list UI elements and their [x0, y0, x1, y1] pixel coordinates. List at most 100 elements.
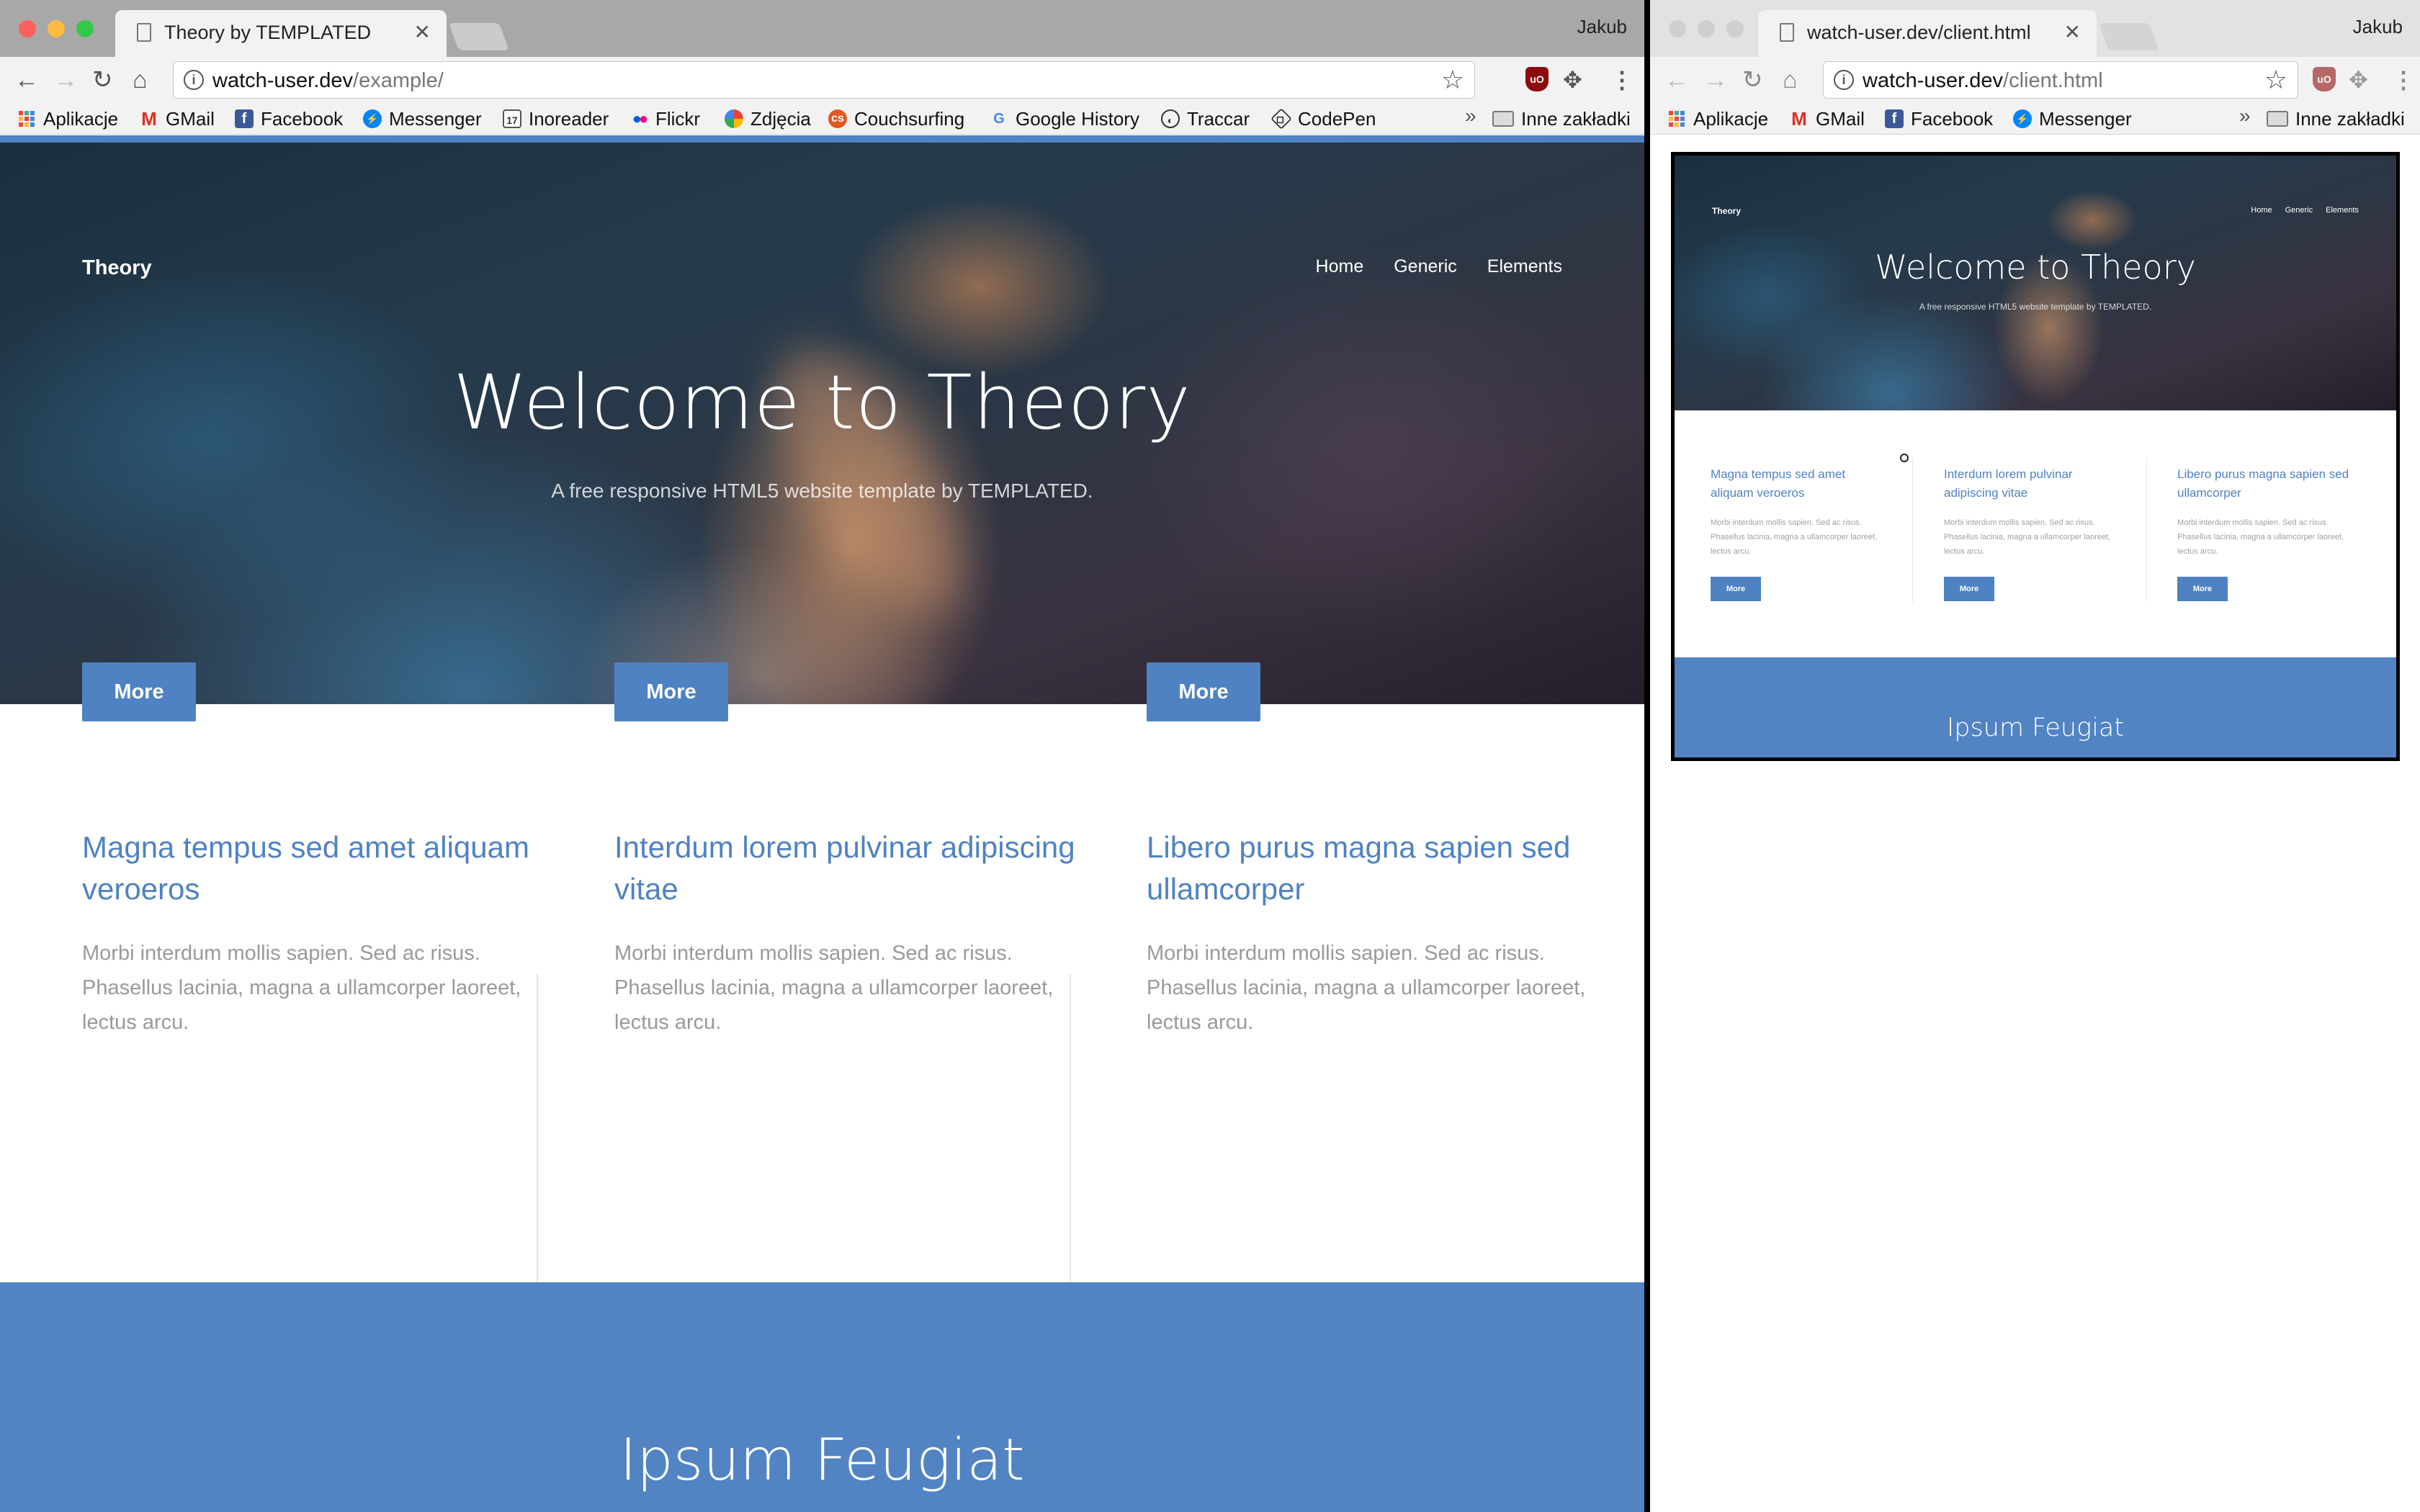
tab-active[interactable]: Theory by TEMPLATED ✕ [115, 10, 447, 57]
more-button[interactable]: More [2177, 577, 2228, 601]
feature-card: Magna tempus sed amet aliquam veroeros M… [1711, 465, 1883, 559]
info-icon[interactable]: i [184, 70, 204, 90]
feature-text: Morbi interdum mollis sapien. Sed ac ris… [1944, 518, 2111, 556]
couchsurfing-icon: cs [828, 109, 847, 128]
feature-title: Libero purus magna sapien sed ullamcorpe… [2177, 467, 2349, 500]
more-button[interactable]: More [1944, 577, 1994, 601]
hero-subtitle: A free responsive HTML5 website template… [1919, 302, 2152, 312]
mirrored-page-preview: Theory Home Generic Elements Welcome to … [1671, 152, 2400, 761]
back-icon[interactable]: ← [1664, 66, 1689, 94]
home-icon[interactable]: ⌂ [1783, 66, 1798, 94]
minimize-window-button[interactable] [48, 20, 65, 37]
back-icon[interactable]: ← [14, 66, 39, 94]
url-text[interactable]: watch-user.dev/example/ [212, 69, 444, 93]
forward-icon[interactable]: → [1703, 66, 1728, 94]
hero-banner: Theory Home Generic Elements Welcome to … [0, 143, 1644, 704]
tab-strip: watch-user.dev/client.html ✕ Jakub [1650, 0, 2420, 57]
url-text[interactable]: watch-user.dev/client.html [1863, 69, 2103, 93]
page-viewport: Theory Home Generic Elements Welcome to … [1650, 135, 2420, 1512]
maximize-window-button[interactable] [76, 20, 94, 37]
menu-icon[interactable]: ⋮ [1610, 67, 1634, 93]
forward-icon[interactable]: → [53, 66, 78, 94]
bookmark-star-icon[interactable]: ☆ [2264, 65, 2287, 95]
gmail-icon: M [1791, 108, 1807, 130]
bookmark-gmail[interactable]: M GMail [140, 106, 215, 132]
column-divider [1070, 974, 1071, 1291]
google-icon: G [993, 111, 1005, 127]
window-controls [19, 20, 94, 37]
tab-title: watch-user.dev/client.html [1807, 22, 2031, 43]
hero-banner: Theory Home Generic Elements Welcome to … [1675, 156, 2396, 410]
new-tab-button[interactable] [449, 23, 509, 50]
more-button[interactable]: More [1711, 577, 1761, 601]
nav-generic[interactable]: Generic [1394, 256, 1457, 277]
inoreader-icon: 17 [503, 109, 521, 128]
bookmark-inoreader[interactable]: 17 Inoreader [503, 106, 609, 132]
apps-icon [17, 109, 36, 128]
bookmark-traccar[interactable]: ◐ Traccar [1161, 106, 1250, 132]
bookmark-couchsurfing[interactable]: cs Couchsurfing [828, 106, 964, 132]
more-bookmarks-icon[interactable]: » [1465, 104, 1476, 127]
bookmark-messenger[interactable]: ⚡ Messenger [2013, 106, 2132, 132]
tab-active[interactable]: watch-user.dev/client.html ✕ [1758, 10, 2097, 57]
nav-home[interactable]: Home [2251, 206, 2272, 215]
close-tab-icon[interactable]: ✕ [414, 20, 431, 44]
messenger-icon: ⚡ [2013, 109, 2032, 128]
move-extension-icon[interactable]: ✥ [1563, 67, 1582, 93]
ublock-icon[interactable]: uO [1525, 67, 1549, 91]
feature-text: Morbi interdum mollis sapien. Sed ac ris… [614, 942, 1054, 1034]
site-logo[interactable]: Theory [82, 256, 152, 280]
more-button[interactable]: More [1147, 662, 1260, 721]
bookmark-flickr[interactable]: ●● Flickr [629, 106, 700, 132]
profile-name[interactable]: Jakub [1577, 16, 1627, 38]
more-button[interactable]: More [82, 662, 196, 721]
feature-title: Magna tempus sed amet aliquam veroeros [1711, 467, 1846, 500]
bookmark-codepen[interactable]: ◇ CodePen [1270, 106, 1376, 132]
close-window-button[interactable] [19, 20, 36, 37]
facebook-icon: f [235, 109, 254, 128]
more-bookmarks-icon[interactable]: » [2239, 104, 2251, 127]
bookmark-apps[interactable]: Aplikacje [1667, 106, 1768, 132]
more-button[interactable]: More [614, 662, 728, 721]
feature-title: Libero purus magna sapien sed ullamcorpe… [1147, 830, 1571, 906]
nav-elements[interactable]: Elements [2326, 206, 2359, 215]
hero-subtitle: A free responsive HTML5 website template… [551, 480, 1093, 502]
new-tab-button[interactable] [2099, 23, 2159, 50]
home-icon[interactable]: ⌂ [133, 66, 148, 94]
other-bookmarks-folder[interactable]: Inne zakładki [1492, 106, 1631, 132]
bookmark-photos[interactable]: Zdjęcia [725, 106, 811, 132]
info-icon[interactable]: i [1834, 70, 1854, 90]
column-divider [1912, 458, 1913, 602]
maximize-window-button[interactable] [1726, 20, 1744, 37]
address-bar[interactable]: i watch-user.dev/client.html ☆ [1823, 61, 2298, 99]
facebook-icon: f [1885, 109, 1904, 128]
bookmark-apps[interactable]: Aplikacje [17, 106, 118, 132]
move-extension-icon[interactable]: ✥ [2349, 67, 2368, 93]
bookmark-messenger[interactable]: ⚡ Messenger [363, 106, 482, 132]
feature-title: Interdum lorem pulvinar adipiscing vitae [614, 830, 1075, 906]
close-tab-icon[interactable]: ✕ [2064, 20, 2081, 44]
band-title: Ipsum Feugiat [619, 1426, 1025, 1493]
menu-icon[interactable]: ⋮ [2392, 67, 2415, 93]
reload-icon[interactable]: ↻ [92, 66, 113, 94]
bookmark-facebook[interactable]: f Facebook [235, 106, 343, 132]
address-bar[interactable]: i watch-user.dev/example/ ☆ [173, 61, 1475, 99]
minimize-window-button[interactable] [1698, 20, 1715, 37]
site-logo[interactable]: Theory [1712, 206, 1741, 216]
bookmarks-bar: Aplikacje M GMail f Facebook ⚡ Messenger » … [1650, 103, 2420, 135]
reload-icon[interactable]: ↻ [1742, 66, 1763, 94]
features-section: Magna tempus sed amet aliquam veroeros M… [0, 704, 1644, 1291]
ublock-icon[interactable]: uO [2313, 67, 2336, 91]
feature-card: Interdum lorem pulvinar adipiscing vitae… [1944, 465, 2117, 559]
feature-text: Morbi interdum mollis sapien. Sed ac ris… [2177, 518, 2344, 556]
bookmark-gmail[interactable]: M GMail [1790, 106, 1865, 132]
bookmark-facebook[interactable]: f Facebook [1885, 106, 1993, 132]
profile-name[interactable]: Jakub [2353, 16, 2403, 38]
nav-generic[interactable]: Generic [2285, 206, 2313, 215]
close-window-button[interactable] [1669, 20, 1686, 37]
nav-home[interactable]: Home [1316, 256, 1364, 277]
bookmark-google-history[interactable]: G Google History [990, 106, 1139, 132]
other-bookmarks-folder[interactable]: Inne zakładki [2267, 106, 2405, 132]
nav-elements[interactable]: Elements [1487, 256, 1562, 277]
bookmark-star-icon[interactable]: ☆ [1441, 65, 1464, 95]
